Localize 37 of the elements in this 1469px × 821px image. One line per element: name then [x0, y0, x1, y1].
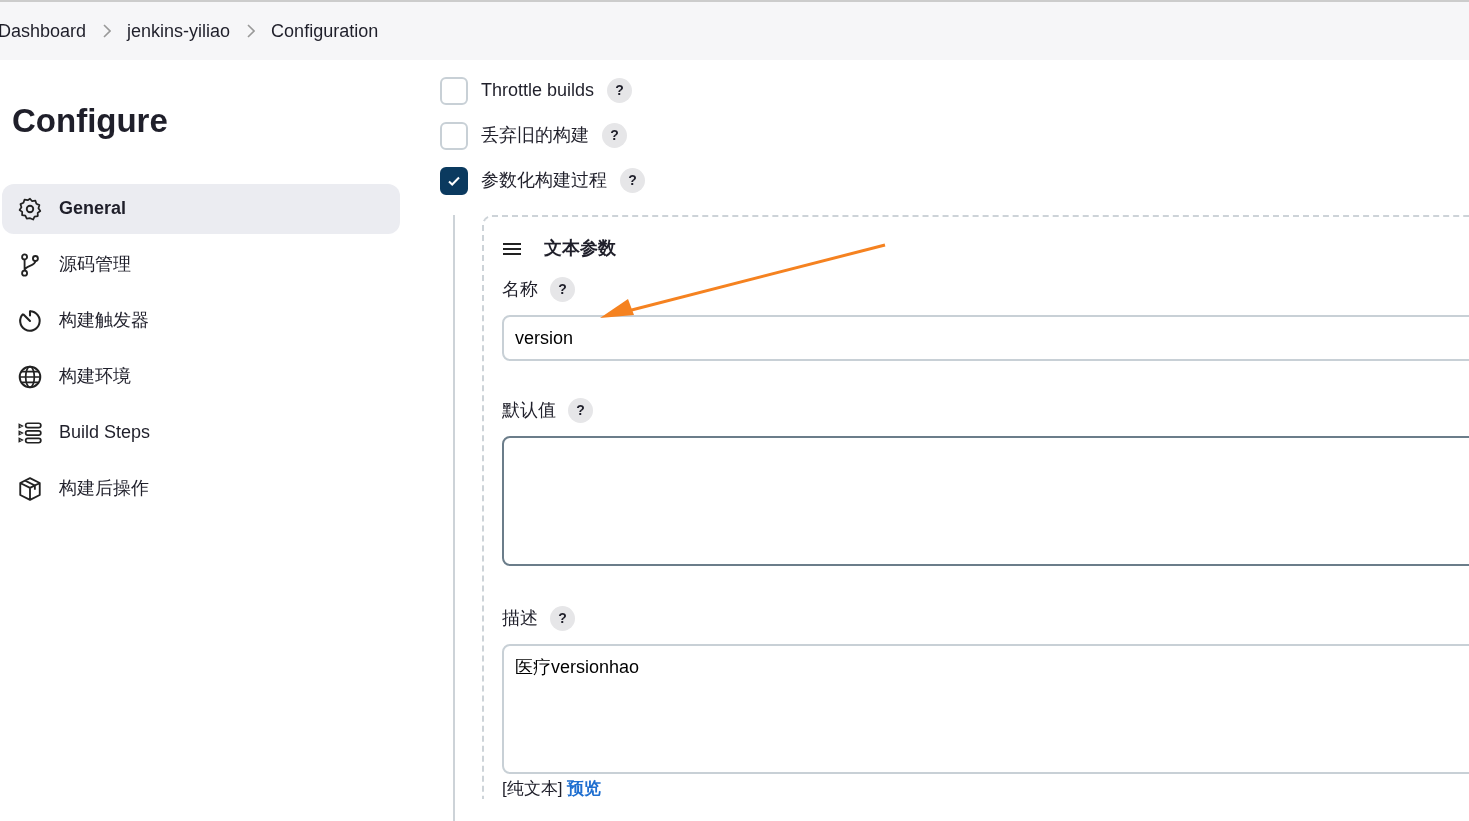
- breadcrumb-link[interactable]: jenkins-yiliao: [127, 17, 231, 45]
- format-note: [纯文本]: [502, 779, 564, 798]
- text-field[interactable]: version: [502, 315, 1469, 361]
- globe-icon: [17, 363, 43, 390]
- preview-link[interactable]: 预览: [567, 779, 602, 798]
- page-title: Configure: [12, 101, 169, 141]
- text-area[interactable]: 医疗versionhao: [502, 644, 1469, 774]
- gear-icon: [17, 195, 43, 222]
- help-button[interactable]: ?: [607, 78, 633, 103]
- drag-handle-icon[interactable]: [502, 241, 522, 256]
- sidebar-item[interactable]: 构建后操作: [2, 463, 400, 514]
- sidebar-item[interactable]: General: [2, 183, 400, 234]
- list-icon: [17, 419, 43, 446]
- sidebar-item[interactable]: 构建环境: [2, 351, 400, 402]
- parameter-title: 文本参数: [544, 237, 616, 260]
- help-button[interactable]: ?: [620, 168, 645, 193]
- breadcrumb-link[interactable]: Configuration: [271, 17, 379, 45]
- sidebar-item[interactable]: 源码管理: [2, 239, 400, 290]
- breadcrumb-link[interactable]: Dashboard: [0, 17, 87, 45]
- field-label: 名称: [502, 278, 538, 301]
- text-area[interactable]: [502, 436, 1469, 566]
- chevron-icon: [102, 24, 112, 38]
- timer-icon: [17, 307, 43, 334]
- checkbox-label: 参数化构建过程: [481, 169, 607, 192]
- sidebar-item[interactable]: Build Steps: [2, 407, 400, 458]
- field-label: 描述: [502, 607, 538, 630]
- package-icon: [17, 475, 43, 502]
- help-button[interactable]: ?: [550, 606, 575, 631]
- checkbox[interactable]: [440, 166, 468, 195]
- checkbox-label: Throttle builds: [481, 79, 595, 102]
- help-button[interactable]: ?: [568, 398, 593, 423]
- help-button[interactable]: ?: [550, 277, 575, 302]
- sidebar-item[interactable]: 构建触发器: [2, 295, 400, 346]
- chevron-icon: [246, 24, 256, 38]
- field-label: 默认值: [502, 399, 556, 422]
- help-button[interactable]: ?: [602, 123, 627, 148]
- checkbox-label: 丢弃旧的构建: [481, 124, 589, 147]
